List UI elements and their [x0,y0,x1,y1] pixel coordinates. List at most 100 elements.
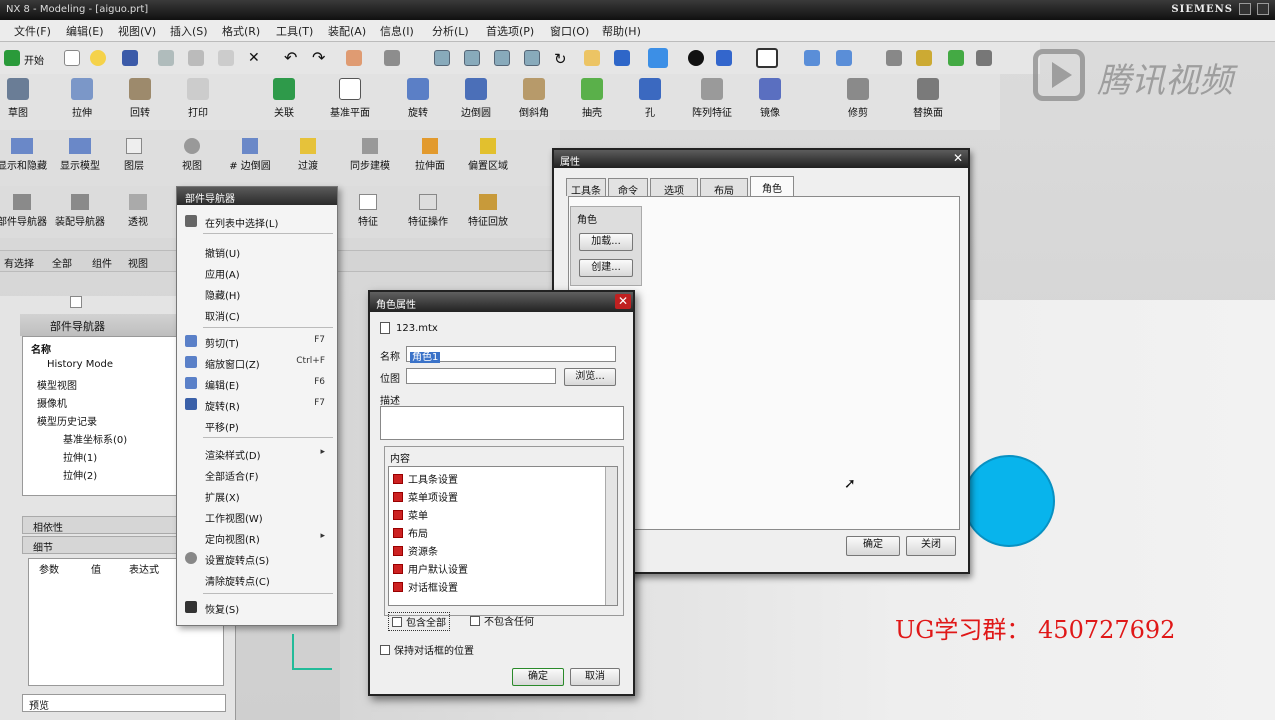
tree-item-datum-csys[interactable]: 基准坐标系(0) [63,431,127,446]
ribbon-chamfer[interactable]: 倒斜角 [504,78,564,119]
ribbon-edge-blend[interactable]: 边倒圆 [446,78,506,119]
menu-analysis[interactable]: 分析(L) [432,23,469,39]
create-role-button[interactable]: 创建... [579,259,633,277]
role-cancel-button[interactable]: 取消 [570,668,620,686]
display-mode-icon[interactable] [688,50,704,66]
zoom-window-icon[interactable] [494,50,510,66]
tab-toolbars[interactable]: 工具条 [566,178,606,197]
measure-icon[interactable] [886,50,902,66]
content-item[interactable]: 用户默认设置 [393,561,468,576]
quick-view[interactable]: 视图 [128,255,148,270]
navigator-pin-icon[interactable] [70,296,82,308]
menu-preferences[interactable]: 首选项(P) [486,23,534,39]
menu-item-pan[interactable]: 平移(P) [205,419,239,434]
pan-icon[interactable] [524,50,540,66]
ribbon-feature-replay[interactable]: 特征回放 [460,194,516,228]
copy-icon[interactable] [158,50,174,66]
menu-item-expand[interactable]: 扩展(X) [205,489,240,504]
ribbon-blend-2[interactable]: # 边倒圆 [220,138,280,172]
menu-insert[interactable]: 插入(S) [170,23,208,39]
menu-item-select-list[interactable]: 在列表中选择(L) [205,215,278,230]
start-label[interactable]: 开始 [24,52,44,67]
menu-item-clear-rotate-point[interactable]: 清除旋转点(C) [205,573,270,588]
list-scrollbar[interactable] [605,467,617,605]
tab-layout[interactable]: 布局 [700,178,748,197]
start-icon[interactable] [4,50,20,66]
ribbon-assembly-nav[interactable]: 装配导航器 [52,194,108,228]
ribbon-show-hide[interactable]: 显示和隐藏 [0,138,52,172]
ribbon-revolve[interactable]: 回转 [110,78,170,119]
menu-item-cancel[interactable]: 取消(C) [205,308,240,323]
section-icon[interactable] [804,50,820,66]
quick-all[interactable]: 全部 [52,255,72,270]
point-icon[interactable] [916,50,932,66]
menu-item-work-view[interactable]: 工作视图(W) [205,510,263,525]
ribbon-datum-plane[interactable]: 基准平面 [320,78,380,119]
menu-item-render-style[interactable]: 渲染样式(D) [205,447,261,462]
view-orient-icon[interactable] [716,50,732,66]
tree-item-model-history[interactable]: 模型历史记录 [37,413,97,428]
menu-format[interactable]: 格式(R) [222,23,260,39]
perspective-icon[interactable] [584,50,600,66]
menu-info[interactable]: 信息(I) [380,23,414,39]
zoom-icon[interactable] [464,50,480,66]
shaded-cube-icon[interactable] [648,48,668,68]
ribbon-show-model[interactable]: 显示模型 [50,138,110,172]
menu-help[interactable]: 帮助(H) [602,23,641,39]
role-bitmap-input[interactable] [406,368,556,384]
open-file-icon[interactable] [90,50,106,66]
tree-col-name[interactable]: 名称 [31,341,51,356]
arc-icon[interactable] [948,50,964,66]
ribbon-offset[interactable]: 偏置区域 [458,138,518,172]
ribbon-view[interactable]: 视图 [162,138,222,172]
redo-icon[interactable]: ↷ [312,48,328,67]
undo-icon[interactable]: ↶ [284,48,300,67]
keep-dialog-position-checkbox[interactable]: 保持对话框的位置 [380,642,474,657]
tab-commands[interactable]: 命令 [608,178,648,197]
save-icon[interactable] [122,50,138,66]
ribbon-sync[interactable]: 同步建模 [340,138,400,172]
content-item[interactable]: 资源条 [393,543,438,558]
menu-item-edit[interactable]: 编辑(E) [205,377,239,392]
tree-item-extrude-1[interactable]: 拉伸(1) [63,449,97,464]
close-window-button[interactable] [1257,3,1269,15]
menu-item-hide[interactable]: 隐藏(H) [205,287,240,302]
customize-close-icon[interactable]: ✕ [950,151,966,166]
menu-item-rotate[interactable]: 旋转(R) [205,398,240,413]
role-description-input[interactable] [380,406,624,440]
ribbon-extrude[interactable]: 拉伸 [52,78,112,119]
ribbon-print[interactable]: 打印 [168,78,228,119]
fit-icon[interactable] [434,50,450,66]
delete-icon[interactable]: ✕ [248,50,264,66]
ribbon-replace-face[interactable]: 替换面 [898,78,958,119]
customize-ok-button[interactable]: 确定 [846,536,900,556]
ribbon-feature-op[interactable]: 特征操作 [400,194,456,228]
menu-item-restore[interactable]: 恢复(S) [205,601,239,616]
new-file-icon[interactable] [64,50,80,66]
details-col-value[interactable]: 值 [91,561,101,576]
ribbon-feature[interactable]: 特征 [340,194,396,228]
view-background-icon[interactable] [756,48,778,68]
role-ok-button[interactable]: 确定 [512,668,564,686]
ribbon-shell[interactable]: 抽壳 [562,78,622,119]
rotate-icon[interactable]: ↻ [554,50,570,68]
quick-component[interactable]: 组件 [92,255,112,270]
role-name-input[interactable]: 角色1 [406,346,616,363]
tab-options[interactable]: 选项 [650,178,698,197]
menu-file[interactable]: 文件(F) [14,23,51,39]
ribbon-mirror[interactable]: 镜像 [740,78,800,119]
ribbon-part-nav[interactable]: 部件导航器 [0,194,50,228]
snap-icon[interactable] [836,50,852,66]
minimize-button[interactable] [1239,3,1251,15]
preview-dropdown[interactable]: 预览 [22,694,226,712]
include-none-checkbox[interactable]: 不包含任何 [470,613,534,628]
menu-item-orient-view[interactable]: 定向视图(R) [205,531,260,546]
content-item[interactable]: 对话框设置 [393,579,458,594]
tree-item-cameras[interactable]: 摄像机 [37,395,67,410]
menu-tools[interactable]: 工具(T) [276,23,313,39]
menu-assembly[interactable]: 装配(A) [328,23,366,39]
content-item[interactable]: 菜单 [393,507,428,522]
tree-item-history-mode[interactable]: History Mode [47,359,113,370]
ribbon-hole[interactable]: 孔 [620,78,680,119]
menu-item-cut[interactable]: 剪切(T) [205,335,239,350]
